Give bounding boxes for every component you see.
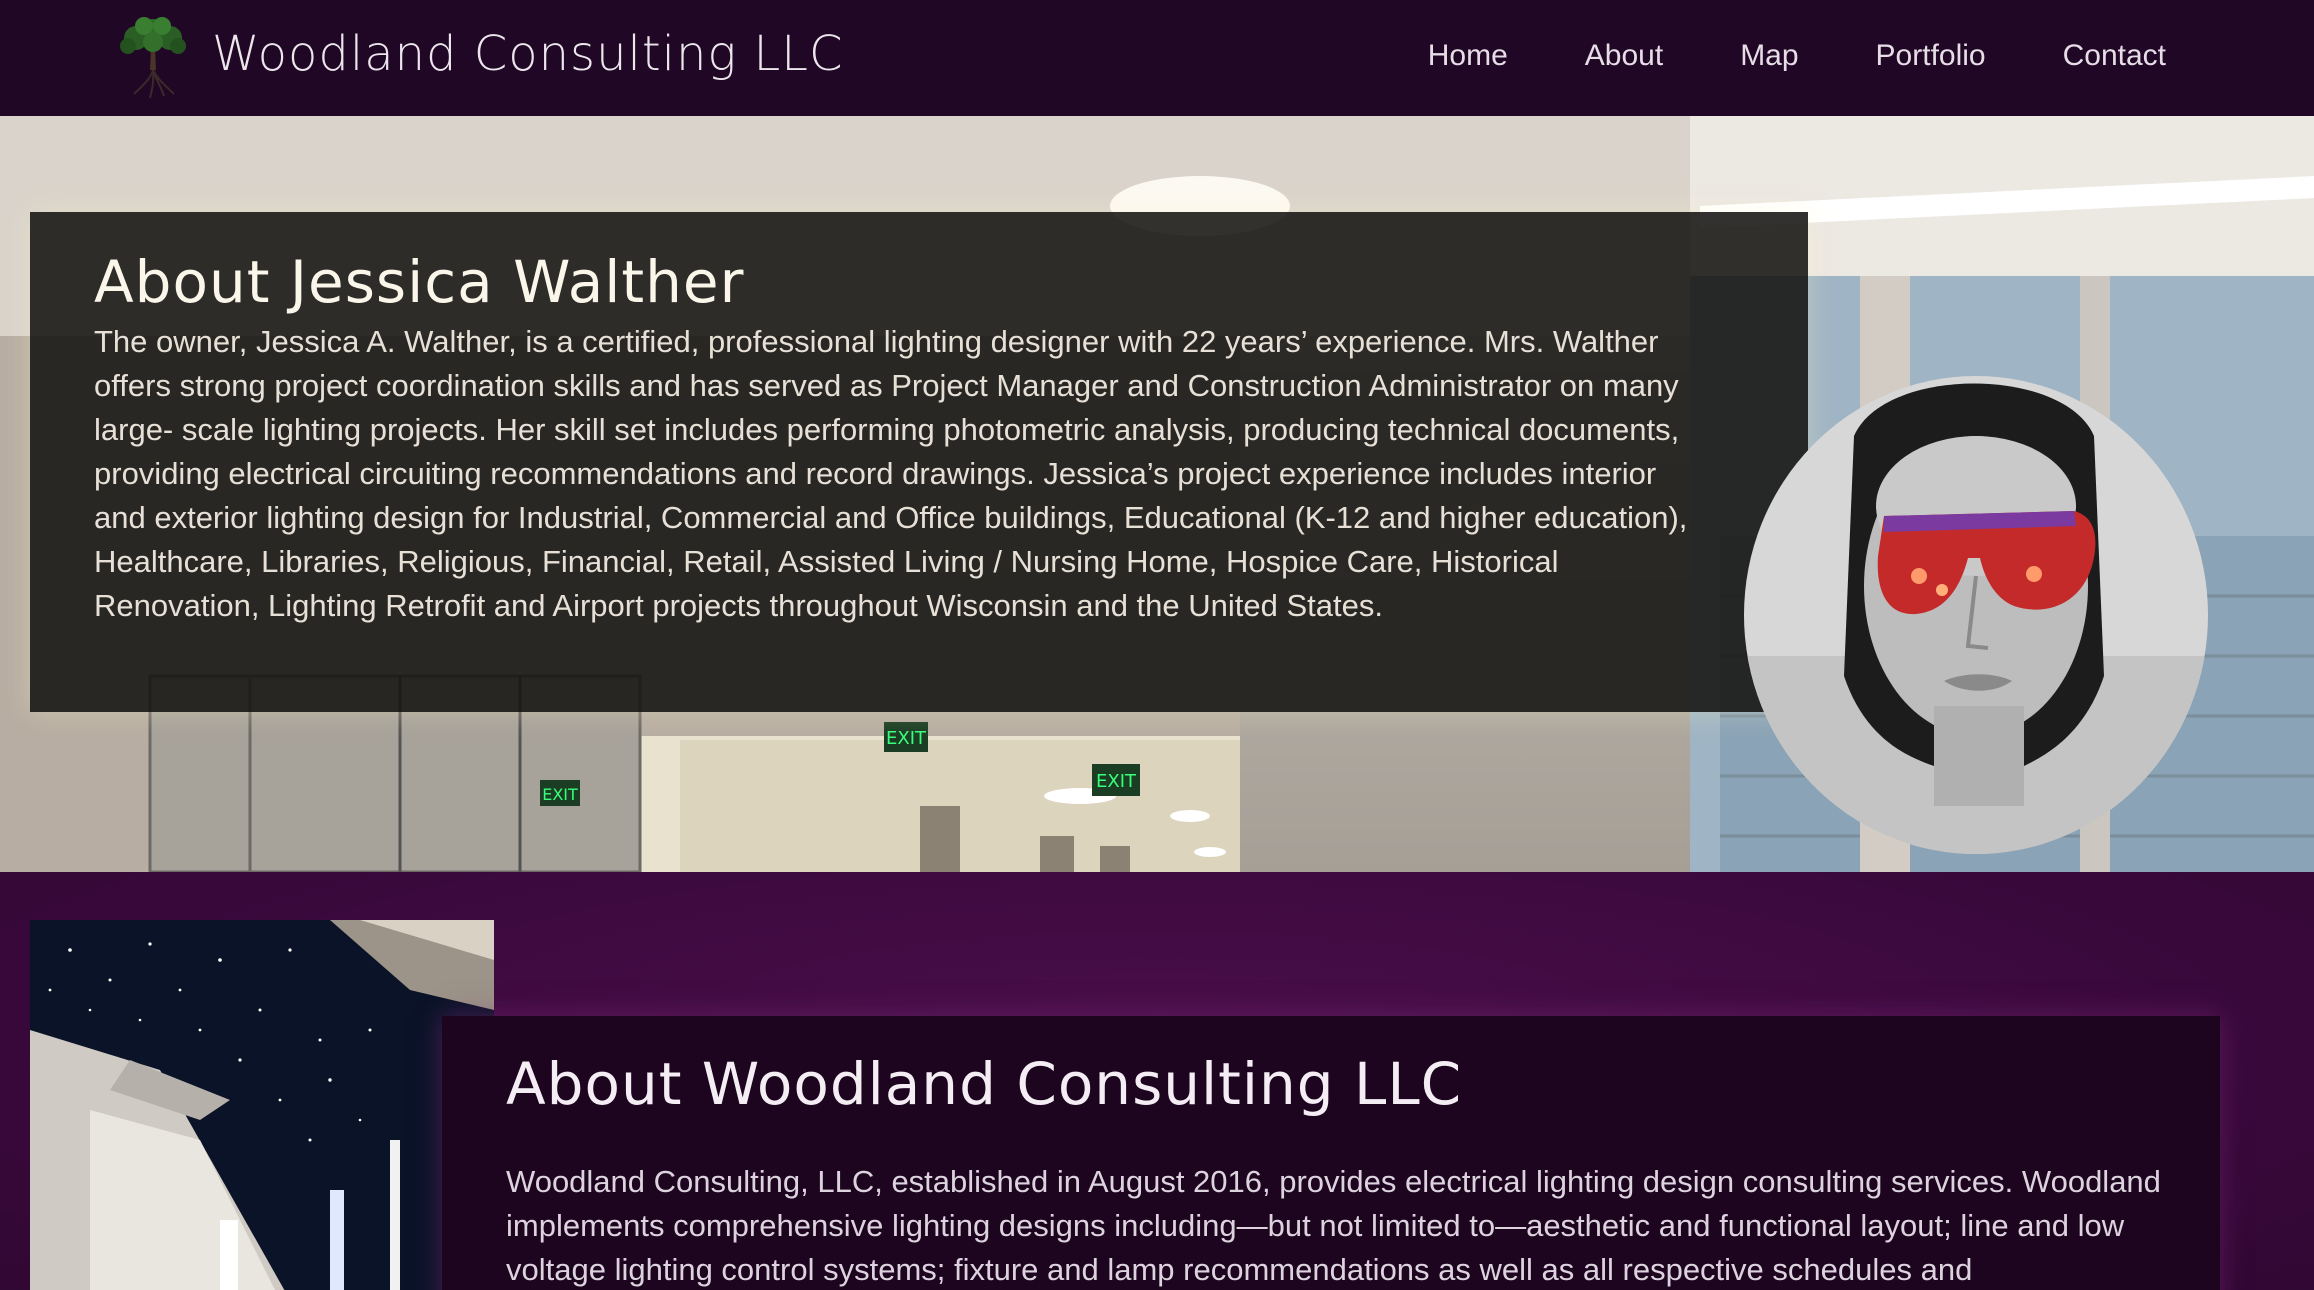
- site-header: Woodland Consulting LLC Home About Map P…: [0, 0, 2314, 116]
- exit-sign-1: EXIT: [884, 722, 928, 752]
- tree-logo-icon[interactable]: [114, 12, 192, 99]
- about-owner-title: About Jessica Walther: [94, 248, 745, 316]
- about-owner-text: The owner, Jessica A. Walther, is a cert…: [94, 324, 1688, 623]
- about-owner-card: About Jessica Walther The owner, Jessica…: [30, 212, 1808, 712]
- star-ceiling-photo: [30, 920, 494, 1290]
- about-company-section: About Woodland Consulting LLC Woodland C…: [0, 872, 2314, 1290]
- site-brand-title[interactable]: Woodland Consulting LLC: [212, 20, 843, 88]
- about-company-text: Woodland Consulting, LLC, established in…: [506, 1164, 2161, 1287]
- main-nav: Home About Map Portfolio Contact: [1351, 36, 2166, 76]
- owner-portrait-photo: [1744, 376, 2208, 854]
- nav-contact[interactable]: Contact: [2063, 36, 2166, 76]
- nav-portfolio[interactable]: Portfolio: [1876, 36, 1986, 76]
- nav-home[interactable]: Home: [1428, 36, 1508, 76]
- exit-sign-3: EXIT: [540, 780, 580, 806]
- about-company-title: About Woodland Consulting LLC: [506, 1050, 1463, 1118]
- hero-office-photo: EXIT EXIT EXIT About Jessica Walther The…: [0, 116, 2314, 872]
- nav-map[interactable]: Map: [1740, 36, 1798, 76]
- exit-sign-2: EXIT: [1092, 764, 1140, 796]
- svg-text:EXIT: EXIT: [1096, 771, 1137, 792]
- nav-about[interactable]: About: [1585, 36, 1663, 76]
- svg-text:EXIT: EXIT: [542, 785, 578, 804]
- about-company-card: About Woodland Consulting LLC Woodland C…: [442, 1016, 2220, 1290]
- svg-text:EXIT: EXIT: [886, 728, 927, 749]
